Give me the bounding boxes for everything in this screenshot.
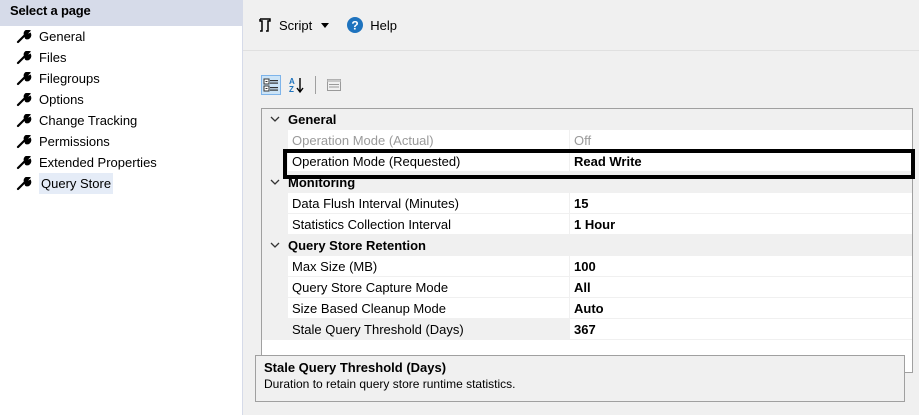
sidebar-item-label: Options [39,92,84,107]
property-name: Operation Mode (Actual) [288,130,570,151]
property-row-data-flush-interval[interactable]: Data Flush Interval (Minutes) 15 [262,193,912,214]
help-button[interactable]: ? Help [346,16,397,34]
wrench-icon [16,155,32,169]
wrench-icon [16,29,32,43]
row-gutter [262,298,288,319]
description-text: Duration to retain query store runtime s… [264,377,516,391]
sidebar-item-options[interactable]: Options [0,89,242,110]
properties-panel: Script ? Help A Z General Operation Mode… [243,0,919,415]
category-title: General [288,112,337,127]
category-title: Query Store Retention [288,238,426,253]
property-grid: General Operation Mode (Actual) Off Oper… [261,108,913,373]
page-selector-header: Select a page [0,0,242,26]
row-gutter [262,319,288,340]
property-value[interactable]: All [570,277,912,298]
description-title: Stale Query Threshold (Days) [264,360,447,375]
chevron-down-icon[interactable] [262,116,288,124]
property-name: Size Based Cleanup Mode [288,298,570,319]
wrench-icon [16,71,32,85]
sidebar-item-files[interactable]: Files [0,47,242,68]
property-name: Data Flush Interval (Minutes) [288,193,570,214]
help-label: Help [370,17,397,33]
sidebar-item-label: Files [39,50,67,65]
toolbar-divider [243,50,919,51]
row-gutter [262,193,288,214]
wrench-icon [16,50,32,64]
script-button[interactable]: Script [257,17,336,33]
property-value[interactable]: 15 [570,193,912,214]
svg-text:?: ? [352,19,359,33]
chevron-down-icon[interactable] [262,179,288,187]
toolbar: Script ? Help [243,0,919,50]
property-row-size-based-cleanup-mode[interactable]: Size Based Cleanup Mode Auto [262,298,912,319]
property-name: Query Store Capture Mode [288,277,570,298]
sidebar-item-general[interactable]: General [0,26,242,47]
dropdown-arrow-icon[interactable] [320,20,330,30]
property-pages-button[interactable] [324,75,344,95]
sidebar-item-filegroups[interactable]: Filegroups [0,68,242,89]
property-value[interactable]: 1 Hour [570,214,912,235]
sidebar-item-query-store[interactable]: Query Store [0,173,242,194]
sidebar-item-change-tracking[interactable]: Change Tracking [0,110,242,131]
property-row-stale-query-threshold[interactable]: Stale Query Threshold (Days) 367 [262,319,912,340]
sidebar-item-label: Query Store [39,173,114,194]
property-value: Off [570,130,912,151]
property-value[interactable]: Auto [570,298,912,319]
sidebar-item-extended-properties[interactable]: Extended Properties [0,152,242,173]
property-name: Statistics Collection Interval [288,214,570,235]
row-gutter [262,130,288,151]
page-selector-panel: Select a page General Files Filegroups O… [0,0,243,415]
category-general[interactable]: General [262,109,912,130]
script-label: Script [279,17,313,33]
svg-text:Z: Z [289,85,294,94]
row-gutter [262,256,288,277]
chevron-down-icon[interactable] [262,242,288,250]
script-icon [259,18,271,32]
property-value[interactable]: 367 [570,319,912,340]
sidebar-item-label: Extended Properties [39,155,157,170]
property-grid-toolbar: A Z [261,75,344,95]
highlight-annotation-box [283,149,915,179]
sidebar-item-label: Permissions [39,134,110,149]
wrench-icon [16,92,32,106]
help-icon: ? [347,17,364,33]
property-row-max-size[interactable]: Max Size (MB) 100 [262,256,912,277]
alphabetical-button[interactable]: A Z [287,75,307,95]
property-row-statistics-collection-interval[interactable]: Statistics Collection Interval 1 Hour [262,214,912,235]
property-pages-icon [327,79,341,91]
property-value[interactable]: 100 [570,256,912,277]
property-name: Stale Query Threshold (Days) [288,319,570,340]
category-query-store-retention[interactable]: Query Store Retention [262,235,912,256]
sidebar-item-label: Filegroups [39,71,100,86]
wrench-icon [16,134,32,148]
wrench-icon [16,113,32,127]
row-gutter [262,277,288,298]
property-row-operation-mode-actual[interactable]: Operation Mode (Actual) Off [262,130,912,151]
page-list: General Files Filegroups Options Change … [0,26,242,194]
categorized-icon [263,78,278,92]
categorized-button[interactable] [261,75,281,95]
property-row-capture-mode[interactable]: Query Store Capture Mode All [262,277,912,298]
wrench-icon [16,176,32,190]
toolbar-separator [315,76,316,94]
sidebar-item-permissions[interactable]: Permissions [0,131,242,152]
sidebar-item-label: Change Tracking [39,113,138,128]
sidebar-item-label: General [39,29,86,44]
description-pane: Stale Query Threshold (Days) Duration to… [255,355,905,402]
property-name: Max Size (MB) [288,256,570,277]
sort-alphabetical-icon: A Z [289,77,304,94]
row-gutter [262,214,288,235]
